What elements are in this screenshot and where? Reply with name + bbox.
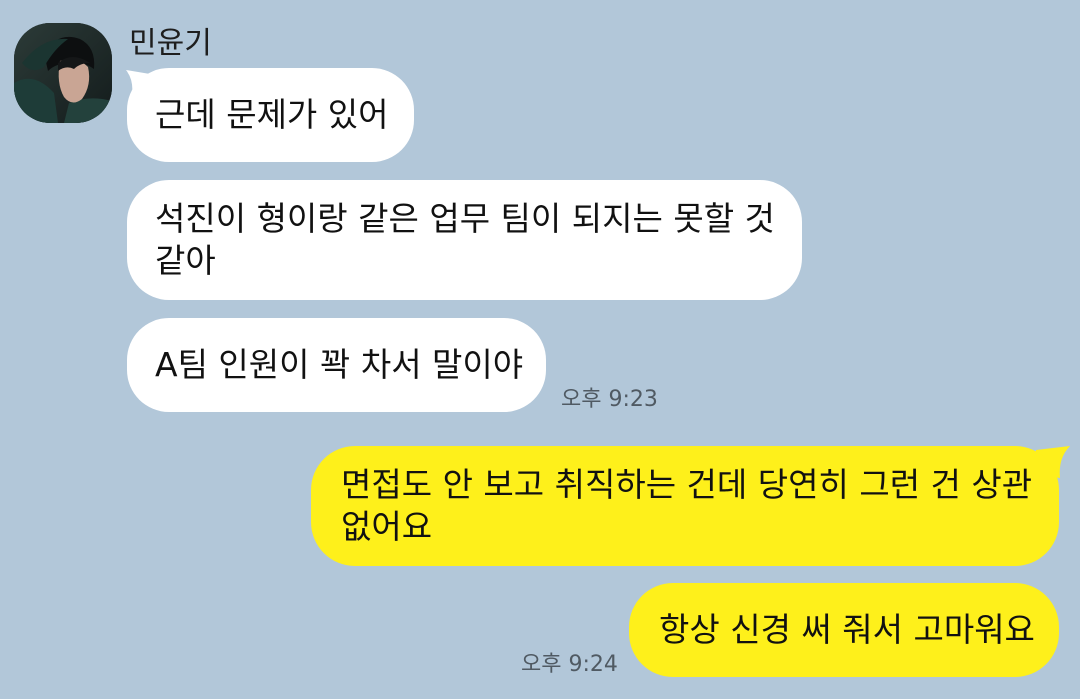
outgoing-message-bubble[interactable]: 면접도 안 보고 취직하는 건데 당연히 그런 건 상관 없어요: [311, 446, 1059, 566]
profile-photo-icon: [14, 23, 112, 123]
incoming-message-bubble[interactable]: 석진이 형이랑 같은 업무 팀이 되지는 못할 것 같아: [127, 180, 802, 300]
message-text: 같아: [155, 241, 216, 280]
message-text: 면접도 안 보고 취직하는 건데 당연히 그런 건 상관: [341, 465, 1033, 504]
message-text: A팀 인원이 꽉 차서 말이야: [155, 345, 524, 384]
message-text: 근데 문제가 있어: [155, 95, 389, 134]
message-timestamp: 오후 9:23: [561, 387, 658, 412]
message-timestamp: 오후 9:24: [521, 652, 618, 677]
message-text: 항상 신경 써 줘서 고마워요: [659, 610, 1035, 649]
sender-name: 민윤기: [129, 26, 212, 61]
incoming-message-bubble[interactable]: 근데 문제가 있어: [127, 68, 414, 162]
chat-room: 민윤기 근데 문제가 있어 석진이 형이랑 같은 업무 팀이 되지는 못할 것 …: [0, 0, 1080, 699]
outgoing-message-bubble[interactable]: 항상 신경 써 줘서 고마워요: [629, 583, 1059, 677]
avatar[interactable]: [14, 23, 112, 123]
incoming-message-bubble[interactable]: A팀 인원이 꽉 차서 말이야: [127, 318, 546, 412]
message-text: 없어요: [341, 507, 433, 546]
message-text: 석진이 형이랑 같은 업무 팀이 되지는 못할 것: [155, 199, 775, 238]
